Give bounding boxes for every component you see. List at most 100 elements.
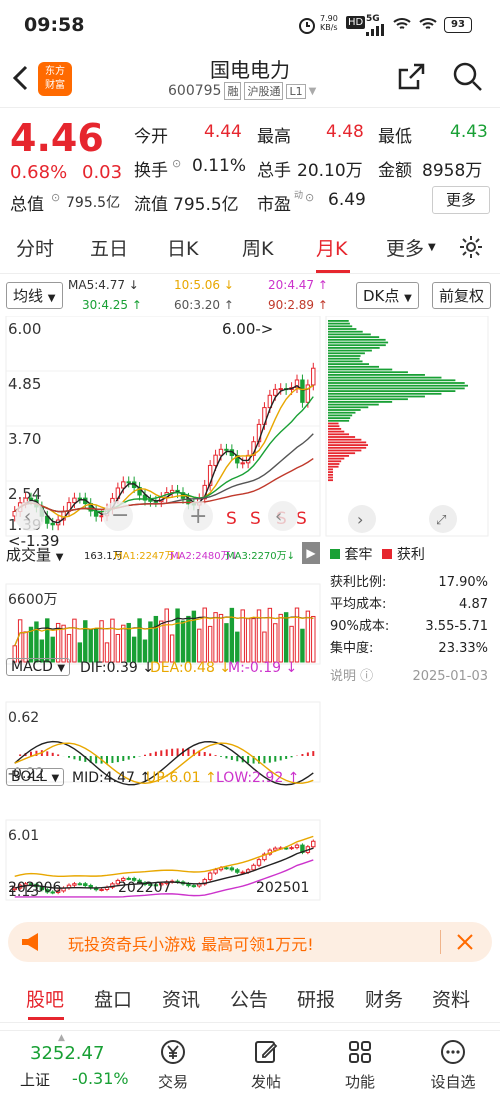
kline-chart-area: 均线 ▼ MA5:4.77 ↓ 10:5.06 ↓ 20:4.47 ↑ 30:4… — [0, 274, 500, 914]
chevron-down-icon: ▼ — [404, 293, 412, 304]
nav-post[interactable]: 发帖 — [231, 1039, 301, 1092]
tab-weekly[interactable]: 周K — [242, 234, 273, 261]
chip-bar — [328, 320, 349, 322]
tab-monthly[interactable]: 月K — [316, 234, 347, 261]
chip-bar — [328, 352, 365, 355]
date-mid: 202207 — [118, 880, 172, 896]
share-icon[interactable] — [396, 62, 426, 92]
mktcap-value: 795.5亿 — [66, 195, 121, 211]
chevron-left-icon: ‹ — [275, 506, 282, 527]
volume-bar — [207, 625, 213, 663]
ma-selector[interactable]: 均线 ▼ — [6, 282, 63, 309]
nav-add-watchlist[interactable]: 设自选 — [418, 1039, 488, 1092]
volume-axis-max: 6600万 — [8, 592, 58, 608]
chip-profit-ratio-value: 17.90% — [438, 575, 488, 590]
chip-bar — [328, 395, 425, 398]
tab-research[interactable]: 研报 — [297, 985, 335, 1012]
content-tabs: 股吧 盘口 资讯 公告 研报 财务 资料 — [0, 975, 500, 1023]
tab-guba[interactable]: 股吧 — [26, 985, 64, 1012]
nav-trade[interactable]: 交易 — [138, 1039, 208, 1092]
chip-bar — [328, 422, 339, 425]
alarm-icon — [299, 18, 315, 34]
chevron-down-icon: ▼ — [55, 552, 64, 563]
tab-news[interactable]: 资讯 — [162, 985, 200, 1012]
chip-date: 2025-01-03 — [412, 669, 488, 684]
tab-finance[interactable]: 财务 — [365, 985, 403, 1012]
candle — [72, 497, 77, 504]
volume-bar — [305, 610, 311, 663]
volume-bar — [61, 624, 66, 663]
volume-bar — [224, 623, 229, 663]
info-icon[interactable]: ⊙ — [51, 191, 60, 204]
volume-bar — [121, 624, 126, 663]
tab-minute[interactable]: 分时 — [16, 234, 54, 261]
hgt-badge: 沪股通 — [244, 82, 284, 100]
chip-bar — [328, 444, 368, 446]
boll-up: UP:6.01 ↑ — [146, 770, 217, 786]
signal-icon — [366, 24, 384, 36]
chip-bar — [328, 465, 339, 468]
chip-bar — [328, 430, 345, 433]
dk-point-button[interactable]: DK点 ▼ — [356, 282, 419, 309]
chip-concentration: 集中度: 23.33% — [330, 638, 488, 660]
tab-daily[interactable]: 日K — [167, 234, 198, 261]
search-icon[interactable] — [452, 61, 484, 93]
index-name: 上证 — [20, 1071, 51, 1089]
high-marker: 6.00-> — [222, 320, 273, 338]
chip-panel-frame — [325, 316, 489, 537]
hd-icon: HD — [346, 16, 366, 29]
candles — [12, 362, 316, 531]
tab-announcements[interactable]: 公告 — [230, 985, 268, 1012]
macd-bars — [19, 748, 315, 764]
chevron-up-icon: ▲ — [58, 1033, 65, 1043]
chip-bar — [328, 379, 456, 382]
candle — [213, 869, 218, 874]
volume-bar — [34, 621, 39, 663]
volume-selector[interactable]: 成交量 ▼ — [6, 544, 64, 565]
nav-trade-label: 交易 — [157, 1073, 188, 1091]
chip-note[interactable]: 说明 ⓘ — [330, 666, 373, 688]
chevron-down-icon[interactable]: ▼ — [309, 86, 317, 97]
high-label: 最高 — [257, 127, 291, 147]
boll-selector[interactable]: BOLL ▼ — [6, 768, 65, 786]
gear-icon[interactable] — [458, 234, 484, 260]
candle — [278, 388, 283, 391]
ma20-label: 20:4.47 ↑ — [268, 278, 328, 292]
tab-orderbook[interactable]: 盘口 — [94, 985, 132, 1012]
promo-banner[interactable]: 玩投资奇兵小游戏 最高可领1万元! — [8, 922, 492, 962]
nav-functions-label: 功能 — [344, 1073, 375, 1091]
candle — [77, 883, 83, 886]
volume-bar — [262, 631, 267, 663]
scroll-left-button[interactable] — [268, 501, 298, 531]
adjust-button[interactable]: 前复权 — [432, 282, 492, 309]
chip-bar — [328, 419, 350, 422]
chip-bar — [328, 460, 342, 463]
index-pct: -0.31% — [72, 1069, 129, 1088]
more-button[interactable]: 更多 — [432, 186, 490, 214]
chip-bar — [328, 411, 356, 414]
index-value: 3252.47 — [30, 1043, 105, 1064]
chip-distribution — [328, 320, 468, 482]
chevron-right-icon: › — [357, 510, 363, 529]
chip-bar — [328, 357, 360, 360]
yen-icon — [161, 1040, 185, 1064]
nav-functions[interactable]: 功能 — [325, 1039, 395, 1092]
info-icon[interactable]: ⊙ — [305, 191, 314, 204]
candle — [224, 448, 229, 451]
candle — [294, 844, 300, 849]
ma60-label: 60:3.20 ↑ — [174, 298, 234, 312]
volume-bar — [229, 607, 235, 663]
tab-more[interactable]: 更多 — [386, 234, 424, 261]
panel-collapse-button[interactable]: ▶ — [302, 542, 320, 564]
volume-value: 20.10万 — [297, 161, 363, 181]
minus-icon: − — [111, 503, 129, 528]
volume-bar — [72, 618, 77, 663]
candle — [235, 869, 240, 873]
close-icon[interactable] — [456, 933, 474, 951]
candle — [207, 872, 213, 881]
tab-profile[interactable]: 资料 — [432, 985, 470, 1012]
macd-selector[interactable]: MACD ▼ — [6, 658, 71, 676]
tab-5day[interactable]: 五日 — [90, 234, 128, 261]
chip-profit-ratio: 获利比例: 17.90% — [330, 572, 488, 594]
info-icon[interactable]: ⊙ — [172, 157, 181, 170]
